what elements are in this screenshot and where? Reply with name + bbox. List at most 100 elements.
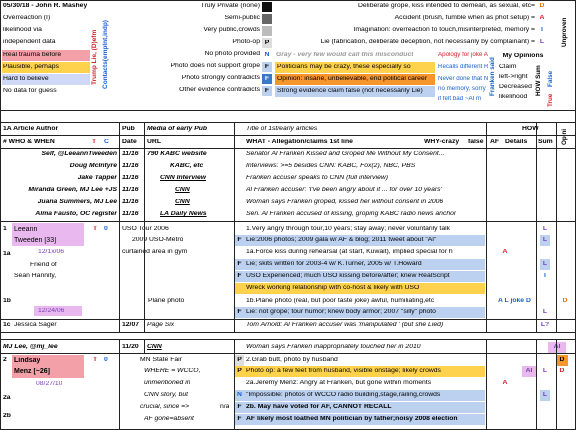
article-title: Sen. Al Franken accused of kissing, grop…	[246, 211, 457, 217]
case2-claim: 2.Grab butt, photo by husband	[246, 357, 338, 363]
privacy-public: Very public,crowds	[203, 27, 260, 33]
why-felt-bad: if felt bad ~AI m	[438, 96, 482, 102]
privacy-semi-public: Semi-public	[224, 15, 260, 21]
article-author: Miranda Green, MJ Lee +JS	[28, 187, 117, 193]
case1-tag: F	[237, 261, 242, 267]
why-recalls: Recalls different R	[438, 64, 489, 70]
rule	[0, 0, 1, 430]
case1-plane: Plane photo	[148, 298, 185, 304]
my-opinions: My Opinions	[502, 53, 544, 59]
article-date: 11/16	[122, 187, 139, 193]
case1-1a: 1a	[3, 251, 11, 257]
case2-name: Menz [~26]	[14, 368, 50, 375]
case1-friend: Sean Hannity,	[14, 273, 57, 279]
case2-c: 0	[104, 357, 108, 363]
vert-unproven: Unproven	[561, 17, 568, 47]
col-pub: Pub	[122, 126, 135, 132]
case2-venue: crucial, since =>	[140, 404, 190, 410]
label-overreaction: Overreaction (I)	[3, 15, 51, 21]
rule	[536, 339, 537, 429]
rule	[144, 122, 145, 332]
case2-venue: AF gone=absent	[144, 416, 194, 422]
why-apology: Apology for joke A	[438, 52, 488, 58]
case1-claim: 1a.Force kiss during rehearsal (at start…	[246, 249, 453, 255]
case1-claim: Lie:2006 photos; 2009 gala w/ AF & blog;…	[246, 237, 437, 243]
label-real-trauma: Real trauma before	[3, 52, 62, 58]
case1-1b: 1b	[3, 298, 11, 304]
rule	[0, 319, 576, 320]
col-c: C	[104, 139, 109, 145]
article-title: Senator Al Franken Kissed and Groped Me …	[246, 151, 445, 157]
case1-claim: Wreck working relationship with co-host …	[246, 285, 420, 291]
case1-claim: Lie; skits written for 2003-4 w/ K.Turne…	[246, 261, 422, 267]
code-other: F	[264, 88, 270, 94]
article-title: Franken accuser speaks to CNN (full inte…	[246, 175, 389, 181]
rule	[119, 339, 120, 429]
case1-op: A	[502, 249, 508, 255]
case1b-op: L	[542, 309, 548, 315]
legend-deliberate: Deliberate grope, kiss intended to demea…	[357, 3, 535, 9]
case2-author: MJ Lee, @mj_lee	[3, 344, 58, 350]
vert-how-sum: HOW Sum	[535, 65, 542, 97]
case2-venue: MN State Fair	[140, 357, 182, 363]
privacy-contradicts: Photo strongly contradicts	[181, 75, 260, 81]
code-i: I	[541, 27, 543, 33]
legend-accident: Accident (brush, fumble when as phot set…	[394, 15, 535, 21]
col-sum: Sum	[538, 139, 553, 145]
article-media: CNN	[175, 199, 190, 205]
vert-franken-said: Franken said	[489, 57, 496, 97]
article-date: 11/16	[122, 151, 139, 157]
case2-claim: Photo op: a few feet from husband, visib…	[246, 368, 441, 374]
col-opini: Opini	[561, 128, 568, 146]
rule	[486, 339, 487, 429]
rule	[119, 122, 120, 332]
case2-venue: CNN story, but	[144, 392, 189, 398]
article-media: 790 KABC website	[147, 151, 207, 157]
gray-note: Gray - very few would call this miscondu…	[276, 52, 414, 58]
case2-header-title: Woman says Franken inappropriately touch…	[246, 344, 421, 350]
privacy-no-photo: No photo provided	[204, 51, 260, 57]
rule	[0, 0, 576, 1]
col-title: Title of 1st/early articles	[246, 126, 318, 132]
rule	[234, 122, 235, 332]
case2-tag: N	[237, 392, 242, 398]
case2-header-media: CNN	[147, 344, 162, 350]
col-who-when: # WHO & WHEN	[3, 139, 55, 145]
case2-claim: "Impossible: photos of WCCO radio buildi…	[246, 392, 441, 398]
case1-claim: 1.Very angry through tour,10 years; stay…	[246, 226, 451, 232]
case1b-claim: 1b.Plane photo (real, but poor taste jok…	[246, 298, 435, 304]
case1c-media: Page Six	[147, 322, 175, 328]
case1-tag: F	[237, 237, 242, 243]
article-date: 11/16	[122, 199, 139, 205]
article-title: Interviews: >=5 besides CNN: KABC, Fox(2…	[246, 163, 416, 169]
col-what: WHAT - Allegation/claims 1st line	[246, 139, 353, 145]
rule	[486, 122, 487, 332]
rule	[0, 135, 576, 136]
label-likelihood: likelihood via	[3, 27, 42, 33]
article-author: Jake Tapper	[77, 175, 117, 181]
rule	[144, 339, 145, 353]
case1-venue: USO Tour 2006	[122, 226, 169, 232]
col-article-author: 1A Article Author	[3, 126, 59, 132]
vert-true: True	[547, 93, 554, 107]
vert-false: False	[547, 70, 554, 88]
case2-tag: P	[237, 357, 242, 363]
label-no-data: No data for guess	[3, 88, 57, 94]
article-title: Al Franken accuser: 'I've been angry abo…	[246, 187, 442, 193]
case1b-tag: F	[237, 309, 242, 315]
col-url: URL	[147, 139, 161, 145]
article-media: LA Daily News	[160, 211, 207, 217]
case1-friend: Friend of	[30, 262, 57, 268]
case1-name: Leeann	[14, 226, 38, 233]
legend-imagination: Imagination: overreaction to touch,misin…	[353, 27, 535, 33]
case2-op: L	[542, 392, 548, 398]
case2-2b: 2b	[3, 413, 11, 419]
col-false: false	[468, 139, 484, 145]
case2-op: A	[502, 380, 508, 386]
rule	[0, 339, 576, 340]
case1b-claim: Tom Arnold: Al Franken accuser was 'mani…	[246, 322, 444, 328]
case1c-name: Jessica Sager	[14, 322, 57, 328]
article-date: 11/16	[122, 163, 139, 169]
orange-note: Opinion: insane, unbelievable, end polit…	[277, 76, 428, 82]
article-date: 11/16	[122, 211, 139, 217]
